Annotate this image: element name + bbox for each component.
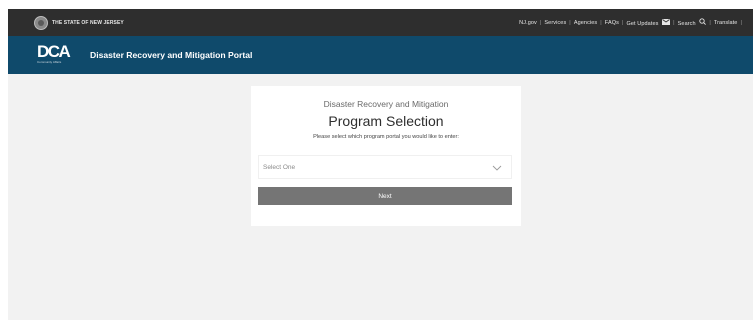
nav-separator: | <box>569 19 571 26</box>
nav-separator: | <box>740 19 742 26</box>
nav-separator: | <box>621 19 624 26</box>
nav-link-translate[interactable]: Translate <box>714 20 738 26</box>
state-top-bar: The State of New Jersey NJ.gov | Service… <box>8 9 753 36</box>
nav-link-njgov[interactable]: NJ.gov <box>519 20 537 26</box>
state-nav-links: NJ.gov | Services | Agencies | FAQs | Ge… <box>519 18 753 27</box>
nav-link-services[interactable]: Services <box>544 20 566 26</box>
state-name: The State of New Jersey <box>52 19 124 26</box>
nav-link-get-updates-label: Get Updates <box>626 20 659 27</box>
nav-link-search-label: Search <box>677 21 696 27</box>
dca-logo[interactable]: DCA Community Affairs <box>37 42 77 66</box>
portal-header: DCA Community Affairs Disaster Recovery … <box>8 36 753 74</box>
nav-link-agencies[interactable]: Agencies <box>574 20 597 26</box>
nav-separator: | <box>539 19 542 26</box>
nav-link-search[interactable]: Search <box>678 18 707 27</box>
dca-logo-subtext: Community Affairs <box>37 60 62 64</box>
search-icon <box>699 18 707 25</box>
nav-link-faqs[interactable]: FAQs <box>605 20 619 26</box>
chevron-down-icon <box>492 158 502 176</box>
next-button[interactable]: Next <box>258 187 512 205</box>
dca-logo-text: DCA <box>37 42 71 61</box>
mail-icon <box>662 18 671 25</box>
state-branding[interactable]: The State of New Jersey <box>8 15 124 30</box>
nj-state-seal-icon <box>34 15 48 30</box>
program-select[interactable]: Select One <box>258 155 512 179</box>
program-selection-card: Disaster Recovery and Mitigation Program… <box>251 86 521 226</box>
card-instruction: Please select which program portal you w… <box>313 134 459 140</box>
nav-link-get-updates[interactable]: Get Updates <box>626 18 671 27</box>
program-select-value: Select One <box>263 163 296 171</box>
card-title: Program Selection <box>328 113 444 129</box>
nav-separator: | <box>709 19 711 26</box>
portal-title: Disaster Recovery and Mitigation Portal <box>90 50 253 60</box>
nav-separator: | <box>600 19 602 26</box>
nav-separator: | <box>673 19 675 26</box>
page-background: The State of New Jersey NJ.gov | Service… <box>8 9 753 320</box>
card-subtitle: Disaster Recovery and Mitigation <box>323 99 449 109</box>
